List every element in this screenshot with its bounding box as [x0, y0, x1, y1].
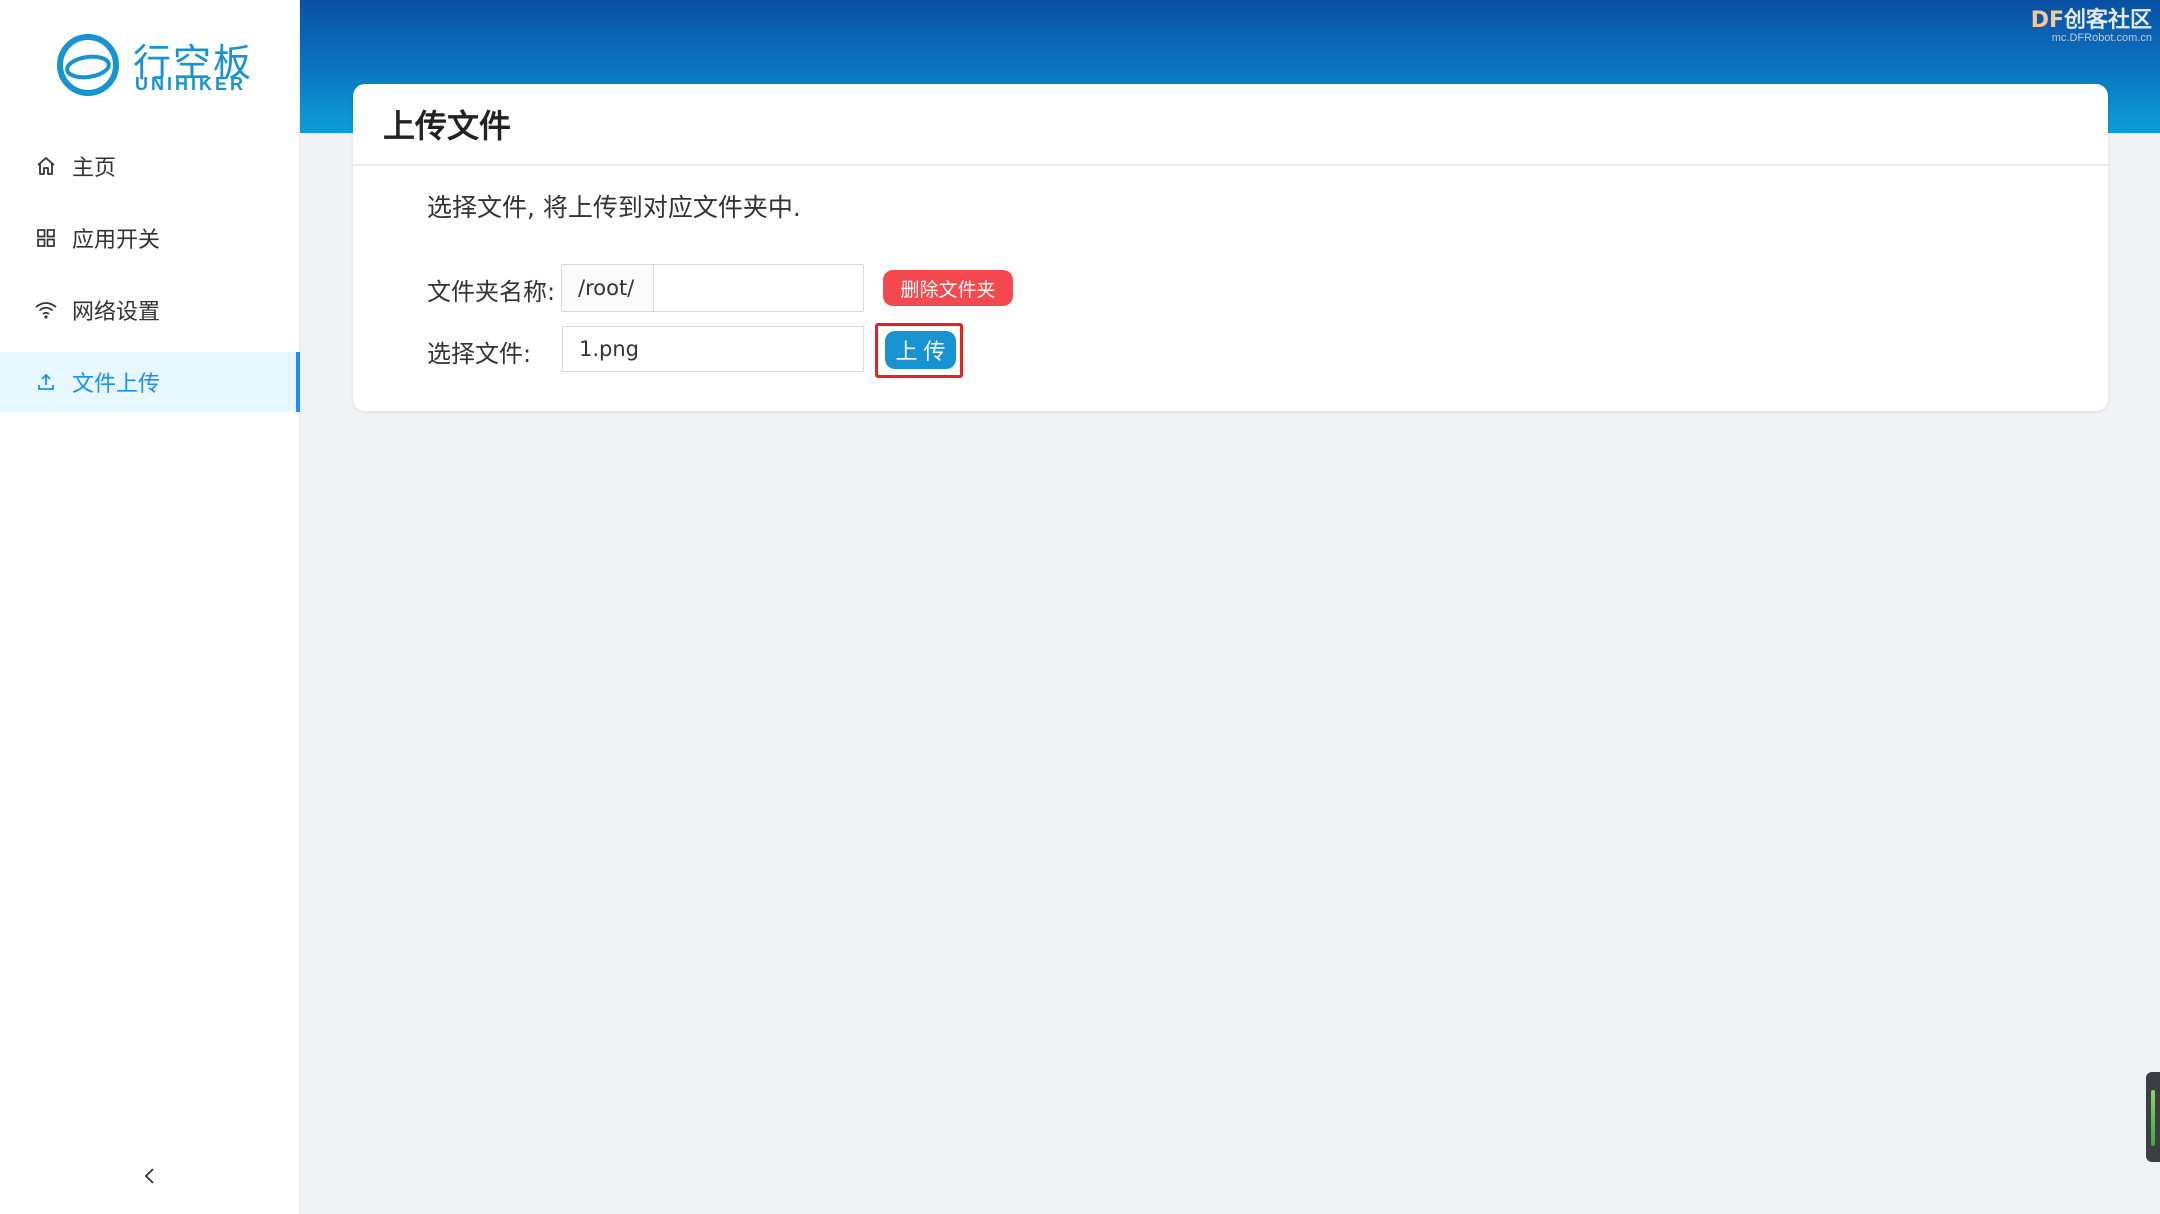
edge-widget[interactable]: [2146, 1072, 2160, 1162]
select-file-label: 选择文件:: [427, 340, 532, 368]
folder-name-input[interactable]: [653, 264, 864, 312]
grid-icon: [34, 226, 58, 250]
sidebar-item-apps[interactable]: 应用开关: [0, 208, 300, 268]
logo-icon: [57, 34, 119, 96]
sidebar-item-file-upload[interactable]: 文件上传: [0, 352, 300, 412]
page-title: 上传文件: [383, 107, 512, 145]
chevron-left-icon: [142, 1166, 158, 1190]
edge-widget-level-bar: [2151, 1090, 2155, 1146]
card-header: 上传文件: [353, 84, 2108, 166]
delete-folder-button[interactable]: 删除文件夹: [883, 270, 1013, 306]
home-icon: [34, 154, 58, 178]
sidebar-item-label: 文件上传: [72, 372, 161, 397]
sidebar-item-network[interactable]: 网络设置: [0, 280, 300, 340]
folder-prefix: /root/: [561, 264, 653, 312]
file-select-input[interactable]: 1.png: [562, 326, 864, 372]
upload-button[interactable]: 上传: [885, 331, 956, 369]
sidebar: 行空板 UNIHIKER 主页 应用开关 网络设置 文件上传: [0, 0, 300, 1214]
watermark: DF创客社区 mc.DFRobot.com.cn: [2031, 2, 2152, 44]
folder-name-label: 文件夹名称:: [427, 278, 556, 306]
sidebar-item-home[interactable]: 主页: [0, 136, 300, 196]
wifi-icon: [34, 298, 58, 322]
upload-card: 上传文件 选择文件, 将上传到对应文件夹中. 文件夹名称: /root/ 删除文…: [353, 84, 2108, 411]
watermark-main: DF创客社区: [2030, 8, 2152, 33]
logo-text-en: UNIHIKER: [135, 74, 247, 94]
sidebar-item-label: 应用开关: [72, 228, 161, 253]
sidebar-item-label: 主页: [72, 156, 117, 181]
sidebar-nav: 主页 应用开关 网络设置 文件上传: [0, 136, 300, 424]
collapse-sidebar-button[interactable]: [138, 1166, 162, 1190]
sidebar-item-label: 网络设置: [72, 300, 161, 325]
upload-icon: [34, 370, 58, 394]
logo: 行空板 UNIHIKER: [55, 32, 255, 98]
upload-hint: 选择文件, 将上传到对应文件夹中.: [427, 193, 801, 222]
